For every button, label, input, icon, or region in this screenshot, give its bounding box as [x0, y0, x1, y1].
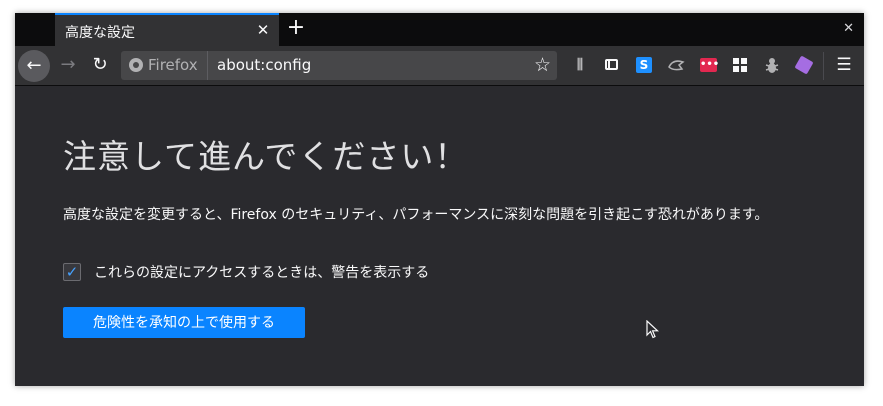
extension-red-icon[interactable]: •••	[699, 56, 720, 74]
page-title: 注意して進んでください！	[63, 137, 469, 176]
new-tab-button[interactable]: +	[286, 16, 306, 40]
warning-description: 高度な設定を変更すると、Firefox のセキュリティ、パフォーマンスに深刻な問…	[63, 207, 769, 223]
accept-risk-button[interactable]: 危険性を承知の上で使用する	[63, 307, 305, 338]
bug-icon	[765, 58, 779, 73]
extension-bug-icon[interactable]	[763, 56, 781, 74]
extension-cube-icon[interactable]	[794, 55, 814, 75]
warning-checkbox[interactable]: ✓	[63, 263, 81, 281]
identity-label: Firefox	[148, 56, 198, 74]
forward-button[interactable]: →	[58, 55, 78, 75]
nav-bar: ← → ↻ Firefox about:config ☆ ⫼ S ••• ☰	[15, 46, 864, 86]
bookmark-star-icon[interactable]: ☆	[534, 54, 551, 76]
page-content: 注意して進んでください！ 高度な設定を変更すると、Firefox のセキュリティ…	[15, 86, 864, 386]
firefox-icon	[129, 58, 143, 72]
url-bar[interactable]: Firefox about:config ☆	[121, 51, 557, 80]
identity-box[interactable]: Firefox	[121, 51, 208, 80]
sidebar-icon-frame	[605, 59, 618, 70]
menu-icon[interactable]: ☰	[835, 56, 853, 74]
library-icon[interactable]: ⫼	[571, 56, 589, 74]
tab-close-icon[interactable]: ✕	[255, 21, 271, 39]
reload-button[interactable]: ↻	[90, 55, 110, 75]
extension-grid-icon[interactable]	[731, 56, 749, 74]
cube-shape	[794, 55, 814, 75]
extension-s-icon[interactable]: S	[635, 56, 653, 74]
bird-icon	[668, 60, 685, 71]
extension-bird-icon[interactable]	[667, 56, 685, 74]
sidebar-icon[interactable]	[603, 56, 621, 74]
window-close-icon[interactable]: ✕	[843, 21, 854, 37]
mouse-cursor-icon	[646, 320, 660, 339]
extension-s-badge: S	[636, 57, 652, 73]
sidebar-icon-bar	[608, 61, 610, 68]
tab-title: 高度な設定	[65, 25, 135, 41]
tab-about-config[interactable]: 高度な設定 ✕	[55, 13, 279, 46]
back-button[interactable]: ←	[18, 50, 50, 82]
warning-checkbox-label[interactable]: これらの設定にアクセスするときは、警告を表示する	[94, 262, 429, 284]
url-input[interactable]: about:config	[217, 56, 311, 74]
toolbar-separator	[823, 52, 824, 80]
extension-red-badge: •••	[700, 58, 720, 72]
browser-window: 高度な設定 ✕ + ✕ ← → ↻ Firefox about:config ☆…	[15, 13, 864, 386]
tab-strip: 高度な設定 ✕ + ✕	[15, 13, 864, 46]
